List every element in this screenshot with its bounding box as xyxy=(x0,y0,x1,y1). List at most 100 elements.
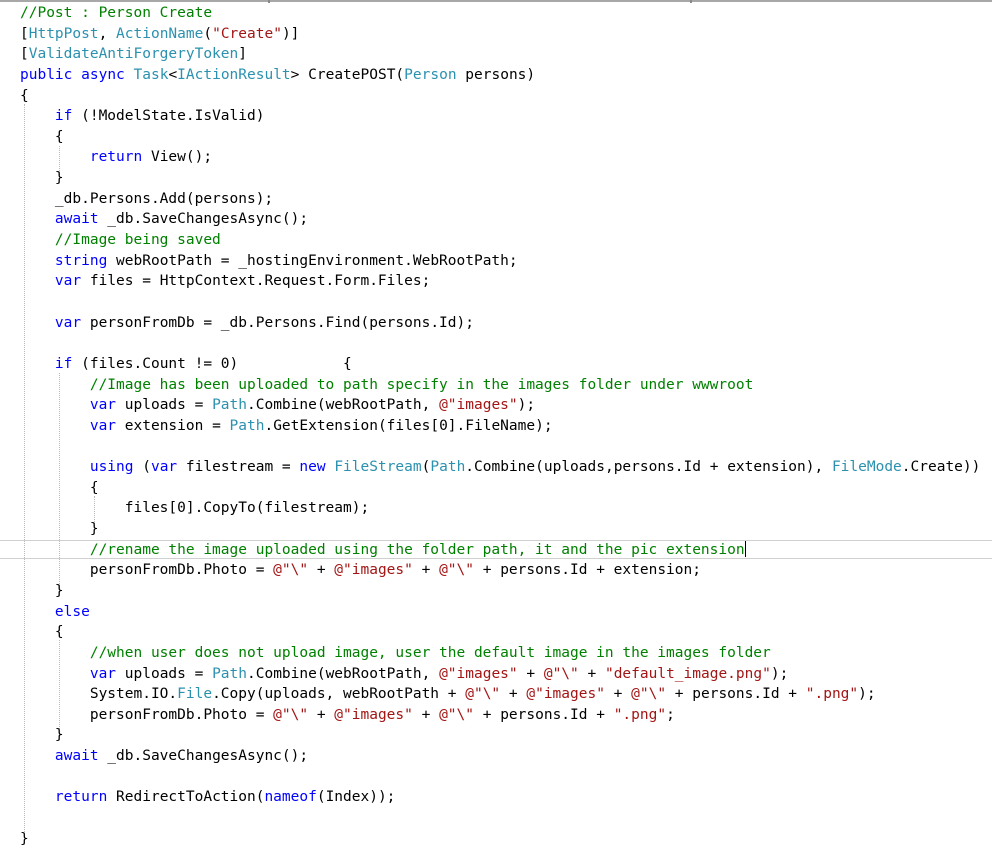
code-token: return xyxy=(54,789,108,806)
code-token: @"images" xyxy=(526,686,605,703)
code-text-area[interactable]: //Post : Person Create [HttpPost, ActionN… xyxy=(0,3,992,850)
code-editor[interactable]: //Post : Person Create [HttpPost, ActionN… xyxy=(0,0,992,855)
code-token: ".png" xyxy=(805,686,859,703)
code-line[interactable]: else xyxy=(20,602,980,623)
code-line[interactable]: var extension = Path.GetExtension(files[… xyxy=(20,416,980,437)
code-token: //Image has been uploaded to path specif… xyxy=(89,376,754,393)
code-token: @"images" xyxy=(334,706,413,723)
code-token: files = HttpContext.Request.Form.Files; xyxy=(81,273,431,290)
code-token: } xyxy=(20,727,64,744)
code-line[interactable]: [ValidateAntiForgeryToken] xyxy=(20,44,980,65)
code-token: FileStream xyxy=(334,459,422,476)
code-line[interactable]: return RedirectToAction(nameof(Index)); xyxy=(20,787,980,808)
code-token: persons) xyxy=(456,66,536,83)
code-line[interactable]: { xyxy=(20,86,980,107)
code-line[interactable]: return View(); xyxy=(20,147,980,168)
code-token: personFromDb.Photo = xyxy=(20,706,274,723)
code-token: webRootPath = _hostingEnvironment.WebRoo… xyxy=(107,252,518,269)
code-token: "default_image.png" xyxy=(604,665,771,682)
code-line[interactable]: var uploads = Path.Combine(webRootPath, … xyxy=(20,395,980,416)
code-token: .Create)) xyxy=(901,459,981,476)
code-token: ] xyxy=(238,46,247,63)
code-token: .GetExtension(files[0].FileName); xyxy=(264,417,553,434)
code-line[interactable]: if (!ModelState.IsValid) xyxy=(20,106,980,127)
code-token: "Create" xyxy=(212,25,282,42)
code-line[interactable] xyxy=(20,808,980,829)
code-line[interactable]: files[0].CopyTo(filestream); xyxy=(20,498,980,519)
code-token: + xyxy=(517,665,544,682)
code-line[interactable]: [HttpPost, ActionName("Create")] xyxy=(20,24,980,45)
code-line[interactable]: personFromDb.Photo = @"\" + @"images" + … xyxy=(20,705,980,726)
code-line[interactable]: _db.Persons.Add(persons); xyxy=(20,189,980,210)
code-line[interactable]: } xyxy=(20,829,980,850)
code-line[interactable] xyxy=(20,292,980,313)
code-line[interactable]: var uploads = Path.Combine(webRootPath, … xyxy=(20,664,980,685)
code-line[interactable]: await _db.SaveChangesAsync(); xyxy=(20,746,980,767)
code-token: Path xyxy=(229,417,265,434)
text-caret xyxy=(744,539,746,557)
code-token: View(); xyxy=(142,149,213,166)
code-token: Path xyxy=(430,459,466,476)
code-line[interactable]: public async Task<IActionResult> CreateP… xyxy=(20,65,980,86)
code-token: _db.SaveChangesAsync(); xyxy=(98,748,309,765)
code-line[interactable]: if (files.Count != 0) { xyxy=(20,354,980,375)
code-token: @"\" xyxy=(465,686,501,703)
code-line[interactable]: await _db.SaveChangesAsync(); xyxy=(20,209,980,230)
code-line[interactable]: //Image has been uploaded to path specif… xyxy=(20,375,980,396)
code-line[interactable] xyxy=(20,436,980,457)
code-token: @"images" xyxy=(439,665,518,682)
code-line[interactable]: string webRootPath = _hostingEnvironment… xyxy=(20,251,980,272)
code-line[interactable]: //Post : Person Create xyxy=(20,3,980,24)
code-token: } xyxy=(20,582,64,599)
code-token: FileMode xyxy=(831,459,902,476)
code-line[interactable]: } xyxy=(20,725,980,746)
code-token: System.IO. xyxy=(20,686,178,703)
code-token: var xyxy=(150,459,178,476)
code-token: Task xyxy=(133,66,169,83)
code-token: @"\" xyxy=(273,562,309,579)
code-line[interactable]: using (var filestream = new FileStream(P… xyxy=(20,457,981,478)
code-token: { xyxy=(20,87,29,104)
code-token: + persons.Id + extension; xyxy=(474,562,701,579)
code-line[interactable] xyxy=(20,767,980,788)
code-line[interactable]: { xyxy=(20,622,980,643)
code-token: + xyxy=(500,686,527,703)
code-token: (files.Count != 0) { xyxy=(72,355,352,372)
code-token: await xyxy=(54,748,99,765)
code-line[interactable]: var personFromDb = _db.Persons.Find(pers… xyxy=(20,313,980,334)
code-token: string xyxy=(54,252,108,269)
code-token: } xyxy=(20,830,29,847)
code-line[interactable]: //when user does not upload image, user … xyxy=(20,643,980,664)
code-token: + xyxy=(308,562,335,579)
code-token: + persons.Id + xyxy=(666,686,806,703)
code-line[interactable]: { xyxy=(20,127,980,148)
code-token: @"images" xyxy=(334,562,413,579)
code-token: < xyxy=(168,66,178,83)
code-token: HttpPost xyxy=(28,25,99,42)
code-token: files[0].CopyTo(filestream); xyxy=(20,500,370,517)
code-token: //Post : Person Create xyxy=(20,5,213,21)
code-token: ".png" xyxy=(613,706,667,723)
code-line[interactable]: personFromDb.Photo = @"\" + @"images" + … xyxy=(20,560,980,581)
code-token: _db.SaveChangesAsync(); xyxy=(98,211,309,228)
code-line[interactable]: } xyxy=(20,519,980,540)
code-line[interactable]: var files = HttpContext.Request.Form.Fil… xyxy=(20,271,980,292)
code-line[interactable]: { xyxy=(20,478,980,499)
code-token: + xyxy=(308,706,335,723)
code-line[interactable]: } xyxy=(20,581,980,602)
code-line[interactable]: //Image being saved xyxy=(20,230,980,251)
code-line[interactable]: } xyxy=(20,168,980,189)
code-line[interactable] xyxy=(20,333,980,354)
code-token: .Copy(uploads, webRootPath + xyxy=(212,686,466,703)
code-token: else xyxy=(54,603,90,620)
code-line[interactable]: //rename the image uploaded using the fo… xyxy=(0,539,992,561)
code-line[interactable]: System.IO.File.Copy(uploads, webRootPath… xyxy=(20,684,980,705)
code-token: await xyxy=(54,211,99,228)
